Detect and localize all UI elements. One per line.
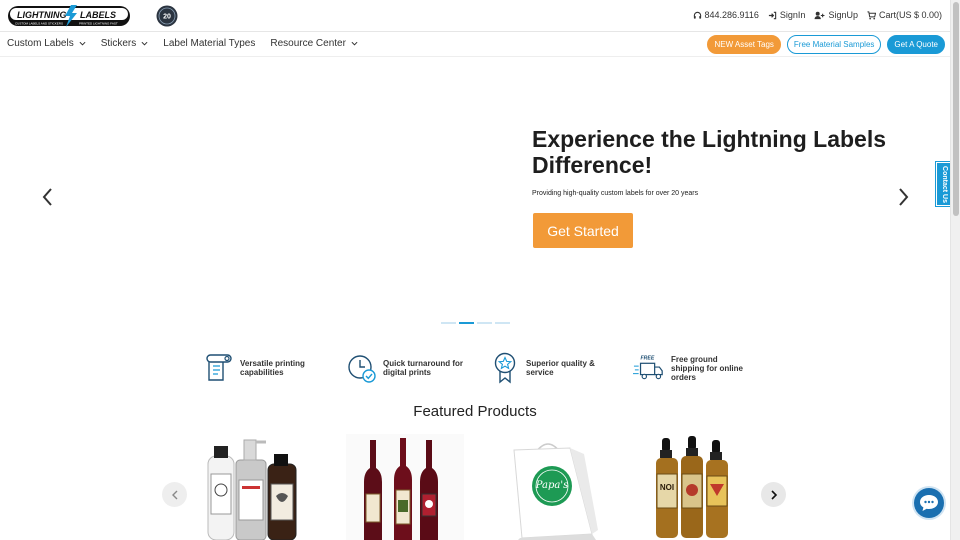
wine-labels-product[interactable] (346, 434, 464, 540)
products-prev-button[interactable] (162, 482, 187, 507)
svg-text:LABELS: LABELS (80, 10, 116, 20)
feature-item: Versatile printing capabilities (204, 352, 347, 384)
hero-title: Experience the Lightning Labels Differen… (532, 126, 887, 178)
anniversary-badge-icon: 20 (156, 5, 178, 27)
delivery-truck-icon: FREE (633, 356, 663, 380)
contact-us-label: Contact Us (940, 165, 948, 203)
feature-label: Quick turnaround for digital prints (383, 359, 463, 377)
nav-custom-labels[interactable]: Custom Labels (7, 38, 86, 49)
chevron-down-icon (351, 41, 358, 46)
main-nav: Custom Labels Stickers Label Material Ty… (0, 32, 950, 57)
carousel-next-arrow-icon[interactable] (895, 186, 911, 208)
carousel-dot[interactable] (495, 322, 510, 324)
feature-item: Quick turnaround for digital prints (347, 352, 490, 384)
bag-label-text: Papa's (535, 480, 569, 491)
svg-text:CUSTOM LABELS AND STICKERS: CUSTOM LABELS AND STICKERS (15, 22, 63, 26)
phone-link[interactable]: 844.286.9116 (693, 10, 759, 20)
chat-widget-button[interactable] (914, 488, 944, 518)
signup-label: SignUp (828, 10, 858, 20)
top-links: 844.286.9116 SignIn SignUp Cart(US $ 0.0… (693, 10, 942, 20)
nav-custom-labels-label: Custom Labels (7, 38, 74, 49)
top-bar: LIGHTNING LABELS CUSTOM LABELS AND STICK… (0, 0, 950, 32)
chat-bubble-icon (920, 495, 938, 511)
user-plus-icon (814, 11, 825, 19)
svg-text:PRINTED LIGHTNING FAST: PRINTED LIGHTNING FAST (79, 22, 118, 26)
feature-label: Free ground shipping for online orders (671, 354, 743, 382)
hero-carousel: Experience the Lightning Labels Differen… (0, 58, 950, 338)
signin-link[interactable]: SignIn (768, 10, 806, 20)
asset-tags-button[interactable]: NEW Asset Tags (707, 35, 781, 54)
chevron-left-icon (171, 490, 177, 499)
page-scrollbar[interactable] (950, 0, 960, 540)
carousel-dot[interactable] (477, 322, 492, 324)
bag-labels-product[interactable]: Papa's (492, 434, 610, 540)
get-started-button[interactable]: Get Started (533, 213, 633, 248)
nav-label-material-types[interactable]: Label Material Types (163, 38, 255, 49)
free-samples-button[interactable]: Free Material Samples (786, 35, 882, 54)
dropper-bottle-labels-product[interactable]: NOI (636, 434, 754, 540)
nav-resource-center-label: Resource Center (270, 38, 346, 49)
free-icon-text: FREE (641, 356, 655, 362)
feature-label: Versatile printing capabilities (240, 359, 305, 377)
feature-item: FREE Free ground shipping for online ord… (633, 352, 776, 384)
clock-check-icon (348, 355, 376, 383)
nav-stickers[interactable]: Stickers (101, 38, 149, 49)
featured-products-title: Featured Products (413, 403, 537, 420)
bottle-labels-product[interactable] (200, 434, 318, 540)
signin-label: SignIn (779, 10, 806, 20)
svg-text:LIGHTNING: LIGHTNING (17, 10, 67, 20)
signup-link[interactable]: SignUp (814, 10, 858, 20)
printer-roll-icon (206, 354, 232, 381)
chevron-right-icon (770, 489, 777, 500)
chevron-down-icon (141, 41, 148, 46)
dropper-label-text: NOI (660, 483, 674, 492)
features-strip: Versatile printing capabilities Quick tu… (204, 352, 776, 384)
ribbon-star-icon (494, 352, 516, 384)
anniversary-badge-text: 20 (163, 14, 171, 21)
cart-link[interactable]: Cart(US $ 0.00) (867, 10, 942, 20)
cart-icon (867, 10, 876, 19)
nav-label-material-types-label: Label Material Types (163, 38, 256, 49)
carousel-dot-active[interactable] (459, 322, 474, 324)
scrollbar-thumb[interactable] (953, 2, 959, 216)
feature-label: Superior quality & service (526, 359, 595, 377)
hero-subtitle: Providing high-quality custom labels for… (532, 190, 699, 197)
phone-number: 844.286.9116 (704, 10, 759, 20)
carousel-dot[interactable] (441, 322, 456, 324)
carousel-indicators (441, 322, 510, 324)
products-next-button[interactable] (761, 482, 786, 507)
get-quote-button[interactable]: Get A Quote (887, 35, 945, 54)
feature-item: Superior quality & service (490, 352, 633, 384)
chevron-down-icon (79, 41, 86, 46)
headset-icon (693, 11, 701, 19)
cart-label: Cart(US $ 0.00) (878, 10, 942, 20)
sign-in-icon (768, 11, 777, 19)
nav-stickers-label: Stickers (100, 38, 137, 49)
nav-resource-center[interactable]: Resource Center (270, 38, 358, 49)
lightning-labels-logo[interactable]: LIGHTNING LABELS CUSTOM LABELS AND STICK… (7, 5, 131, 27)
carousel-prev-arrow-icon[interactable] (40, 186, 56, 208)
